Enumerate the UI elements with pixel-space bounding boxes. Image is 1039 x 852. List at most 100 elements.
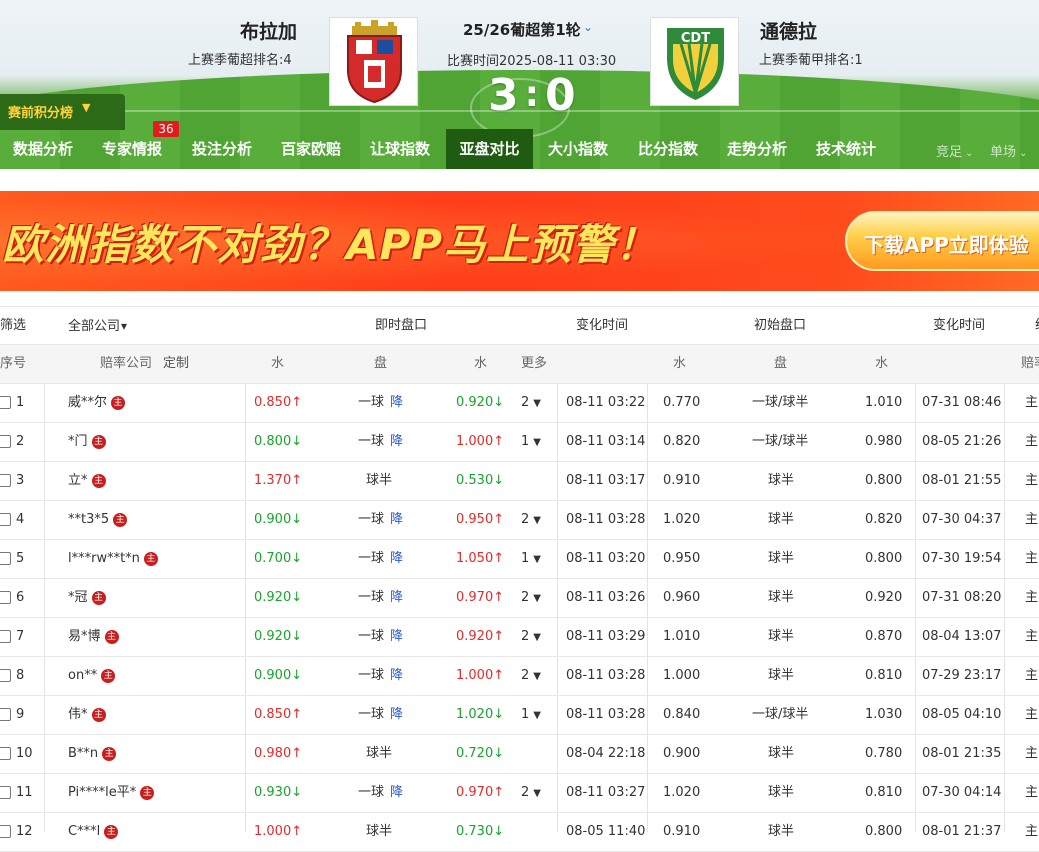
live-water-away-value: 1.000 xyxy=(456,668,494,683)
promo-banner[interactable]: 欧洲指数不对劲？APP马上预警！ 下载APP立即体验 xyxy=(0,191,1039,291)
row-checkbox[interactable] xyxy=(0,747,11,760)
nav-tab[interactable]: 投注分析 xyxy=(179,129,265,169)
row-checkbox[interactable] xyxy=(0,669,11,682)
company-name[interactable]: 威**尔主 xyxy=(68,384,126,422)
extra-header: 统 xyxy=(1035,307,1039,345)
company-name[interactable]: **t3*5 主 xyxy=(68,501,128,539)
more-dropdown[interactable]: 2 ▼ xyxy=(521,579,541,617)
more-dropdown[interactable]: 2 ▼ xyxy=(521,657,541,695)
company-name[interactable]: 立* 主 xyxy=(68,462,106,500)
row-checkbox[interactable] xyxy=(0,591,11,604)
line-header: 盘 xyxy=(374,356,388,371)
nav-option[interactable]: 竞足 ⌄ xyxy=(936,141,973,160)
nav-tab[interactable]: 亚盘对比 xyxy=(446,129,533,169)
company-name-text: 易*博 xyxy=(68,629,101,644)
initial-change-time: 08-01 21:55 xyxy=(922,473,1002,488)
live-water-away: 0.720↓ xyxy=(456,735,504,773)
company-name[interactable]: 伟* 主 xyxy=(68,696,106,734)
row-checkbox[interactable] xyxy=(0,708,11,721)
table-row: 2 *门主 0.800↓ 一球降 1.000↑ 1 ▼ 08-11 03:14 0.820 一球/… xyxy=(0,423,1039,462)
company-name[interactable]: Pi****le平* 主 xyxy=(68,774,155,812)
nav-tab[interactable]: 走势分析 xyxy=(714,129,800,169)
row-checkbox[interactable] xyxy=(0,786,11,799)
live-handicap: 球半 xyxy=(366,462,392,500)
company-select[interactable]: 全部公司▾ xyxy=(68,307,127,345)
caret-down-icon: ▼ xyxy=(533,632,541,643)
home-badge-icon: 主 xyxy=(101,668,116,683)
more-dropdown[interactable]: 1 ▼ xyxy=(521,423,541,461)
arrow-down-icon: ↓ xyxy=(493,395,505,410)
caret-down-icon: ▼ xyxy=(533,554,541,565)
live-water-away: 0.920↓ xyxy=(456,384,504,422)
table-subheader-row: 序号 赔率公司定制 水 盘 水 更多 水 盘 水 赔率 xyxy=(0,345,1039,384)
extra-value: 主 xyxy=(1025,629,1039,644)
row-checkbox[interactable] xyxy=(0,435,11,448)
away-team-crest[interactable]: CDT xyxy=(650,17,739,106)
nav-tab[interactable]: 比分指数 xyxy=(625,129,711,169)
more-dropdown[interactable]: 2 ▼ xyxy=(521,618,541,656)
more-dropdown[interactable]: 2 ▼ xyxy=(521,501,541,539)
initial-water-away: 1.010 xyxy=(865,395,903,410)
home-badge-icon: 主 xyxy=(104,629,119,644)
more-count: 1 xyxy=(521,434,530,449)
row-checkbox[interactable] xyxy=(0,552,11,565)
company-name[interactable]: on** 主 xyxy=(68,657,116,695)
round-selector[interactable]: 25/26葡超第1轮 xyxy=(463,19,581,40)
live-handicap-value: 一球 xyxy=(358,395,385,410)
standings-button[interactable]: 赛前积分榜 ▼ xyxy=(0,94,125,130)
initial-handicap: 球半 xyxy=(768,824,795,839)
chevron-down-icon[interactable]: ⌄ xyxy=(583,20,593,34)
handicap-down-label: 降 xyxy=(390,707,404,722)
more-count: 2 xyxy=(521,395,530,410)
away-score: 0 xyxy=(545,70,578,121)
nav-badge: 36 xyxy=(153,121,179,137)
company-name-text: **t3*5 xyxy=(68,512,110,527)
home-badge-icon: 主 xyxy=(111,395,126,410)
arrow-down-icon: ↓ xyxy=(493,473,505,488)
initial-handicap: 球半 xyxy=(768,590,795,605)
row-checkbox[interactable] xyxy=(0,630,11,643)
row-checkbox[interactable] xyxy=(0,474,11,487)
handicap-down-label: 降 xyxy=(390,785,404,800)
live-handicap-value: 一球 xyxy=(358,785,385,800)
more-dropdown[interactable]: 1 ▼ xyxy=(521,540,541,578)
company-name[interactable]: B**n 主 xyxy=(68,735,117,773)
home-team-name[interactable]: 布拉加 xyxy=(240,17,297,44)
company-name[interactable]: 易*博主 xyxy=(68,618,119,656)
initial-water-home: 1.000 xyxy=(663,668,701,683)
change-time: 08-11 03:28 xyxy=(566,512,646,527)
filter-label[interactable]: 筛选 xyxy=(0,307,26,345)
live-water-home: 0.700↓ xyxy=(254,540,302,578)
company-name[interactable]: *门主 xyxy=(68,423,106,461)
live-handicap: 一球降 xyxy=(358,384,403,422)
custom-link[interactable]: 定制 xyxy=(163,345,189,383)
row-checkbox[interactable] xyxy=(0,396,11,409)
more-dropdown[interactable]: 2 ▼ xyxy=(521,774,541,812)
live-water-home-value: 0.850 xyxy=(254,395,292,410)
company-name[interactable]: *冠主 xyxy=(68,579,106,617)
nav-tab[interactable]: 数据分析 xyxy=(0,129,86,169)
company-name[interactable]: l***rw**t*n 主 xyxy=(68,540,158,578)
live-water-home-value: 0.920 xyxy=(254,590,292,605)
more-count: 1 xyxy=(521,707,530,722)
live-handicap-value: 一球 xyxy=(358,551,385,566)
away-team-name[interactable]: 通德拉 xyxy=(760,17,817,44)
caret-down-icon: ▾ xyxy=(121,319,128,333)
live-handicap: 一球降 xyxy=(358,579,403,617)
nav-option[interactable]: 单场 ⌄ xyxy=(990,141,1027,160)
nav-tab[interactable]: 大小指数 xyxy=(535,129,621,169)
row-checkbox[interactable] xyxy=(0,513,11,526)
nav-tab[interactable]: 让球指数 xyxy=(357,129,443,169)
change-time: 08-11 03:28 xyxy=(566,668,646,683)
company-name[interactable]: C***l 主 xyxy=(68,813,119,851)
nav-tab[interactable]: 技术统计 xyxy=(803,129,889,169)
score-separator: : xyxy=(524,74,542,115)
change-time: 08-11 03:27 xyxy=(566,785,646,800)
initial-change-time: 08-04 13:07 xyxy=(922,629,1002,644)
download-app-button[interactable]: 下载APP立即体验 xyxy=(845,211,1039,271)
live-handicap-value: 一球 xyxy=(358,512,385,527)
more-dropdown[interactable]: 1 ▼ xyxy=(521,696,541,734)
more-dropdown[interactable]: 2 ▼ xyxy=(521,384,541,422)
home-team-crest[interactable] xyxy=(329,17,418,106)
nav-tab[interactable]: 百家欧赔 xyxy=(268,129,354,169)
